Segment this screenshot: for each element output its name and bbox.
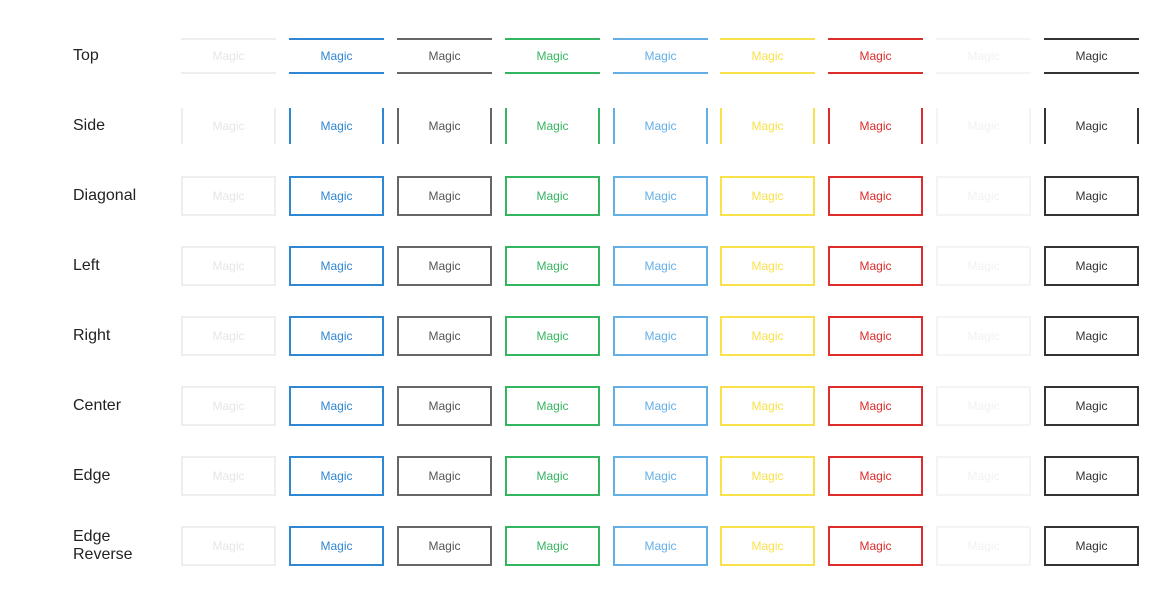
magic-button-blue[interactable]: Magic xyxy=(289,176,384,216)
magic-button-light[interactable]: Magic xyxy=(181,316,276,356)
magic-button-white[interactable]: Magic xyxy=(936,526,1031,566)
magic-button-gray[interactable]: Magic xyxy=(397,176,492,216)
magic-button-red[interactable]: Magic xyxy=(828,526,923,566)
magic-button-yellow[interactable]: Magic xyxy=(720,176,815,216)
magic-button-light-blue[interactable]: Magic xyxy=(613,38,708,74)
effect-row-left: Left Magic Magic Magic Magic Magic Magic Magic M… xyxy=(0,246,1171,286)
magic-button-white[interactable]: Magic xyxy=(936,38,1031,74)
magic-button-blue[interactable]: Magic xyxy=(289,386,384,426)
effect-row-right: Right Magic Magic Magic Magic Magic Magic Magic… xyxy=(0,316,1171,356)
magic-button-gray[interactable]: Magic xyxy=(397,526,492,566)
magic-button-gray[interactable]: Magic xyxy=(397,38,492,74)
magic-button-red[interactable]: Magic xyxy=(828,246,923,286)
magic-button-gray[interactable]: Magic xyxy=(397,108,492,144)
magic-button-yellow[interactable]: Magic xyxy=(720,38,815,74)
magic-button-red[interactable]: Magic xyxy=(828,38,923,74)
magic-button-yellow[interactable]: Magic xyxy=(720,108,815,144)
magic-button-red[interactable]: Magic xyxy=(828,386,923,426)
effect-row-edge-reverse: Edge Reverse Magic Magic Magic Magic Magic Mag… xyxy=(0,526,1171,566)
magic-button-dark[interactable]: Magic xyxy=(1044,456,1139,496)
magic-button-dark[interactable]: Magic xyxy=(1044,176,1139,216)
magic-button-blue[interactable]: Magic xyxy=(289,526,384,566)
button-effects-grid: Top Magic Magic Magic Magic Magic Magic Magic Ma… xyxy=(0,0,1171,591)
magic-button-light[interactable]: Magic xyxy=(181,38,276,74)
magic-button-dark[interactable]: Magic xyxy=(1044,246,1139,286)
magic-button-blue[interactable]: Magic xyxy=(289,108,384,144)
magic-button-dark[interactable]: Magic xyxy=(1044,108,1139,144)
magic-button-green[interactable]: Magic xyxy=(505,386,600,426)
magic-button-yellow[interactable]: Magic xyxy=(720,246,815,286)
magic-button-gray[interactable]: Magic xyxy=(397,316,492,356)
magic-button-blue[interactable]: Magic xyxy=(289,38,384,74)
magic-button-light[interactable]: Magic xyxy=(181,246,276,286)
magic-button-light-blue[interactable]: Magic xyxy=(613,246,708,286)
magic-button-light-blue[interactable]: Magic xyxy=(613,108,708,144)
magic-button-yellow[interactable]: Magic xyxy=(720,316,815,356)
magic-button-dark[interactable]: Magic xyxy=(1044,386,1139,426)
magic-button-white[interactable]: Magic xyxy=(936,246,1031,286)
magic-button-green[interactable]: Magic xyxy=(505,108,600,144)
magic-button-green[interactable]: Magic xyxy=(505,316,600,356)
magic-button-blue[interactable]: Magic xyxy=(289,246,384,286)
magic-button-light[interactable]: Magic xyxy=(181,456,276,496)
effect-row-top: Top Magic Magic Magic Magic Magic Magic Magic Ma… xyxy=(0,38,1171,78)
magic-button-green[interactable]: Magic xyxy=(505,526,600,566)
magic-button-dark[interactable]: Magic xyxy=(1044,316,1139,356)
magic-button-light-blue[interactable]: Magic xyxy=(613,456,708,496)
magic-button-white[interactable]: Magic xyxy=(936,456,1031,496)
magic-button-gray[interactable]: Magic xyxy=(397,386,492,426)
row-label: Diagonal xyxy=(73,187,137,204)
magic-button-red[interactable]: Magic xyxy=(828,108,923,144)
magic-button-blue[interactable]: Magic xyxy=(289,456,384,496)
effect-row-diagonal: Diagonal Magic Magic Magic Magic Magic Magic Ma… xyxy=(0,176,1171,216)
row-label: Center xyxy=(73,397,122,414)
magic-button-dark[interactable]: Magic xyxy=(1044,38,1139,74)
magic-button-light-blue[interactable]: Magic xyxy=(613,386,708,426)
effect-row-edge: Edge Magic Magic Magic Magic Magic Magic Magic M… xyxy=(0,456,1171,496)
magic-button-red[interactable]: Magic xyxy=(828,176,923,216)
magic-button-green[interactable]: Magic xyxy=(505,456,600,496)
effect-row-side: Side Magic Magic Magic Magic Magic Magic Magic M… xyxy=(0,108,1171,148)
magic-button-yellow[interactable]: Magic xyxy=(720,386,815,426)
magic-button-light[interactable]: Magic xyxy=(181,386,276,426)
magic-button-light[interactable]: Magic xyxy=(181,176,276,216)
magic-button-light-blue[interactable]: Magic xyxy=(613,176,708,216)
magic-button-dark[interactable]: Magic xyxy=(1044,526,1139,566)
magic-button-light[interactable]: Magic xyxy=(181,526,276,566)
magic-button-white[interactable]: Magic xyxy=(936,176,1031,216)
row-label: Edge xyxy=(73,467,111,484)
magic-button-red[interactable]: Magic xyxy=(828,316,923,356)
row-label: Right xyxy=(73,327,111,344)
row-label: Edge Reverse xyxy=(73,528,133,563)
row-label: Top xyxy=(73,47,99,64)
magic-button-white[interactable]: Magic xyxy=(936,386,1031,426)
magic-button-light[interactable]: Magic xyxy=(181,108,276,144)
magic-button-red[interactable]: Magic xyxy=(828,456,923,496)
magic-button-yellow[interactable]: Magic xyxy=(720,456,815,496)
magic-button-green[interactable]: Magic xyxy=(505,246,600,286)
magic-button-light-blue[interactable]: Magic xyxy=(613,526,708,566)
magic-button-yellow[interactable]: Magic xyxy=(720,526,815,566)
row-label: Side xyxy=(73,117,106,134)
magic-button-green[interactable]: Magic xyxy=(505,176,600,216)
magic-button-white[interactable]: Magic xyxy=(936,108,1031,144)
magic-button-gray[interactable]: Magic xyxy=(397,456,492,496)
magic-button-green[interactable]: Magic xyxy=(505,38,600,74)
effect-row-center: Center Magic Magic Magic Magic Magic Magic Magi… xyxy=(0,386,1171,426)
magic-button-white[interactable]: Magic xyxy=(936,316,1031,356)
magic-button-gray[interactable]: Magic xyxy=(397,246,492,286)
row-label: Left xyxy=(73,257,100,274)
magic-button-light-blue[interactable]: Magic xyxy=(613,316,708,356)
magic-button-blue[interactable]: Magic xyxy=(289,316,384,356)
